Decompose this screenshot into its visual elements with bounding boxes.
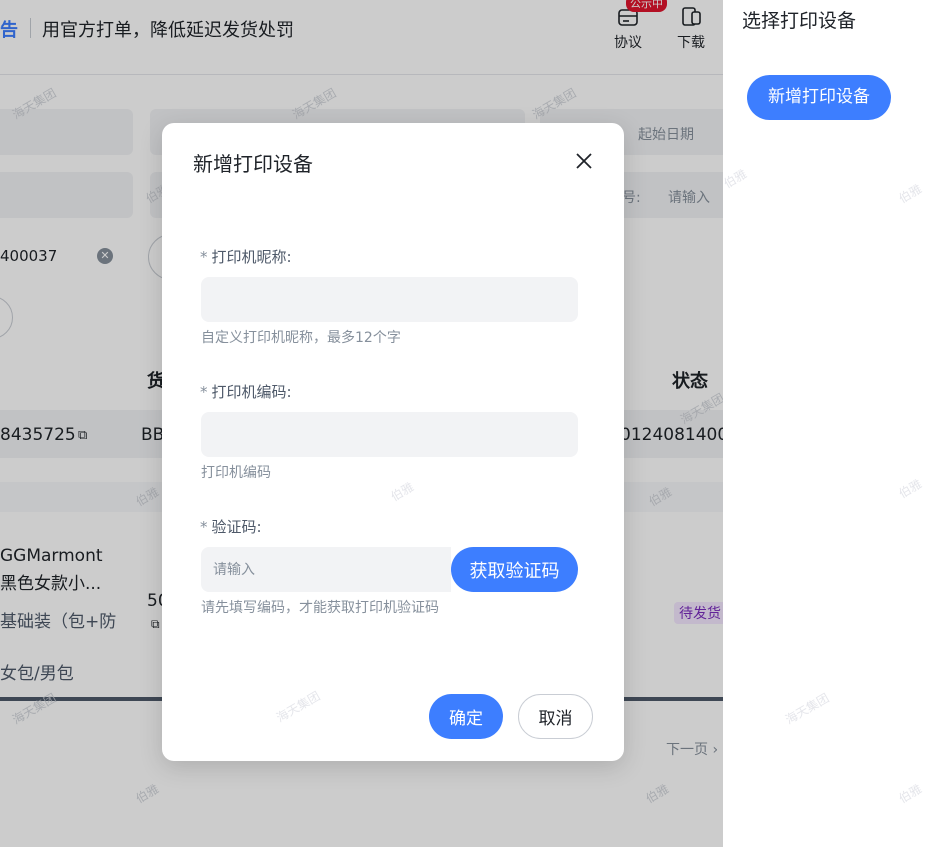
printer-code-hint: 打印机编码 <box>201 465 271 481</box>
watermark: 伯雅 <box>896 781 925 806</box>
modal-title: 新增打印设备 <box>193 152 313 176</box>
printer-code-input[interactable] <box>201 412 578 457</box>
watermark: 海天集团 <box>782 690 832 727</box>
add-printer-button[interactable]: 新增打印设备 <box>747 75 891 120</box>
watermark: 伯雅 <box>388 479 417 504</box>
required-mark: * <box>200 383 208 401</box>
cancel-button[interactable]: 取消 <box>518 694 593 739</box>
verify-label: * 验证码: <box>200 516 262 537</box>
get-verification-code-button[interactable]: 获取验证码 <box>451 547 578 592</box>
code-label-text: 打印机编码: <box>211 383 292 401</box>
close-icon[interactable] <box>573 150 595 172</box>
nickname-label: * 打印机昵称: <box>200 246 292 267</box>
verification-code-input[interactable] <box>201 547 451 592</box>
required-mark: * <box>200 248 208 266</box>
required-mark: * <box>200 518 208 536</box>
watermark: 伯雅 <box>721 166 750 191</box>
code-label: * 打印机编码: <box>200 381 292 402</box>
nickname-input[interactable] <box>201 277 578 322</box>
nickname-label-text: 打印机昵称: <box>211 248 292 266</box>
watermark: 伯雅 <box>896 476 925 501</box>
confirm-button[interactable]: 确定 <box>429 694 503 739</box>
select-printer-drawer: 选择打印设备 新增打印设备 伯雅 伯雅 伯雅 海天集团 伯雅 <box>721 0 932 847</box>
nickname-hint: 自定义打印机昵称，最多12个字 <box>201 330 401 346</box>
verification-code-hint: 请先填写编码，才能获取打印机验证码 <box>201 600 439 616</box>
drawer-title: 选择打印设备 <box>742 10 857 32</box>
watermark: 海天集团 <box>273 688 323 725</box>
verify-label-text: 验证码: <box>211 518 262 536</box>
add-printer-modal: 新增打印设备 * 打印机昵称: 自定义打印机昵称，最多12个字 * 打印机编码: 打… <box>162 123 624 761</box>
watermark: 伯雅 <box>896 181 925 206</box>
